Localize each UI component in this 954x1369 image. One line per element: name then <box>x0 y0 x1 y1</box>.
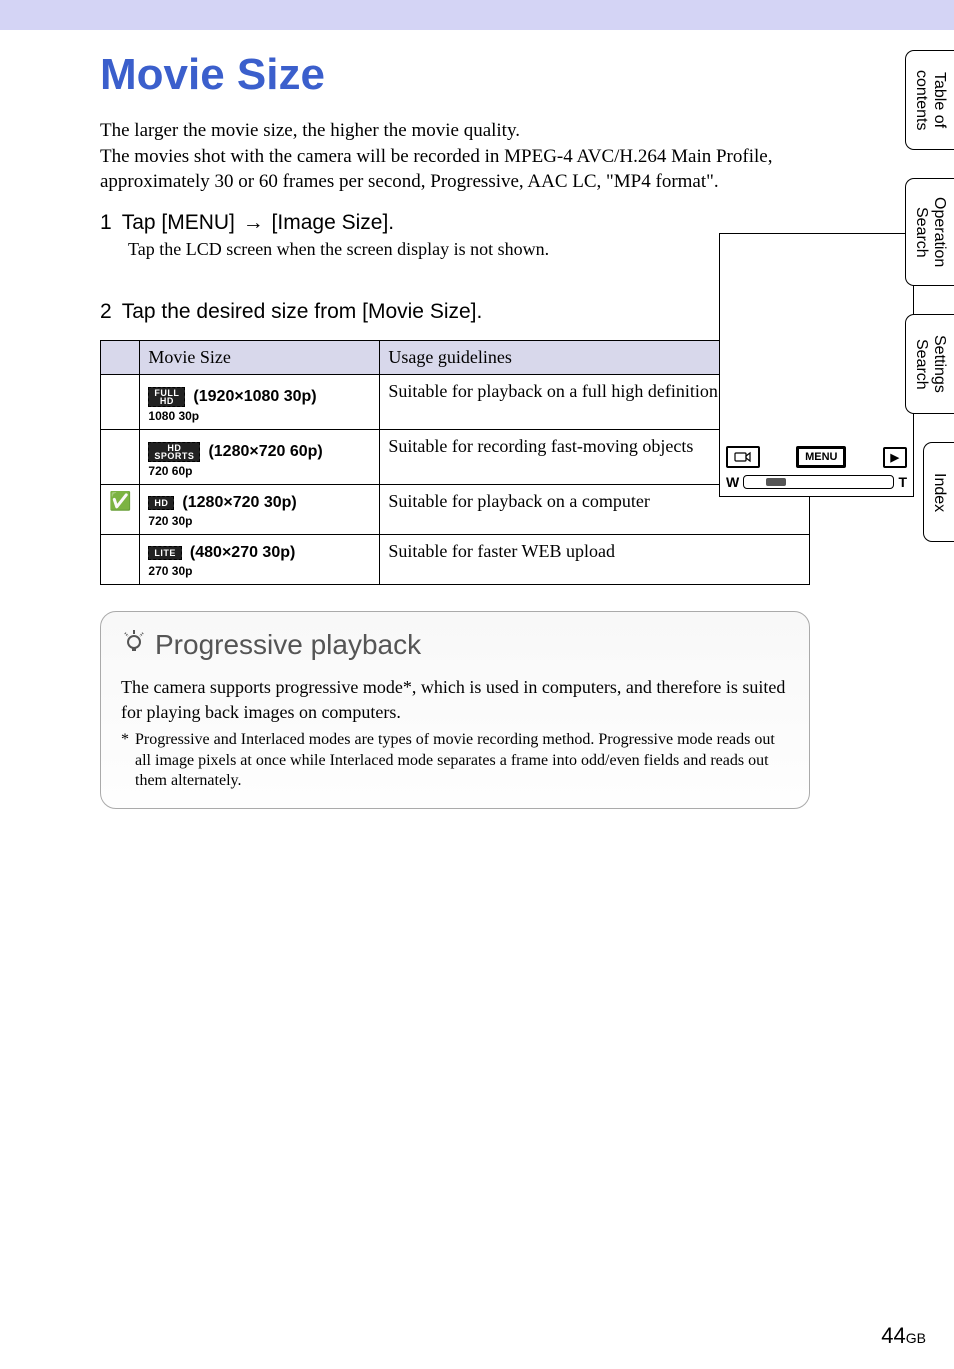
footnote-text: Progressive and Interlaced modes are typ… <box>135 730 789 792</box>
page-title: Movie Size <box>100 50 914 100</box>
size-cell: FULLHD (1920×1080 30p) 1080 30p <box>140 374 380 429</box>
quality-badge-icon: FULLHD <box>148 387 185 407</box>
header-movie-size: Movie Size <box>140 340 380 374</box>
size-sub: 270 30p <box>148 564 371 578</box>
tip-body: The camera supports progressive mode*, w… <box>121 675 789 724</box>
menu-button[interactable]: MENU <box>796 446 846 468</box>
size-sub: 1080 30p <box>148 409 371 423</box>
table-row: FULLHD (1920×1080 30p) 1080 30p Suitable… <box>101 374 810 429</box>
intro-line-1: The larger the movie size, the higher th… <box>100 118 834 144</box>
camera-mode-icon <box>734 450 752 464</box>
size-value: (1280×720 60p) <box>208 443 322 461</box>
intro-block: The larger the movie size, the higher th… <box>100 118 914 195</box>
tip-footnote: * Progressive and Interlaced modes are t… <box>121 730 789 792</box>
step-1-number: 1 <box>100 211 112 235</box>
zoom-slider[interactable] <box>743 475 894 489</box>
camera-lcd: MENU ▶ W T <box>719 233 914 497</box>
check-cell <box>101 374 140 429</box>
tab-operation-search[interactable]: Operation Search <box>905 178 954 286</box>
quality-badge-icon: HDSPORTS <box>148 442 200 462</box>
arrow-icon: → <box>241 211 266 234</box>
size-cell: LITE (480×270 30p) 270 30p <box>140 535 380 585</box>
size-sub: 720 60p <box>148 464 371 478</box>
step-1-heading: Tap [MENU] → [Image Size]. <box>122 211 394 235</box>
side-tabs: Table of contents Operation Search Setti… <box>905 50 954 542</box>
tip-title-text: Progressive playback <box>155 629 421 661</box>
page-content: Movie Size The larger the movie size, th… <box>0 30 954 829</box>
quality-badge-icon: HD <box>148 496 174 510</box>
step-1: 1 Tap [MENU] → [Image Size]. <box>100 211 914 235</box>
zoom-w-label: W <box>726 474 739 490</box>
zoom-bar: W T <box>726 474 907 490</box>
usage-cell: Suitable for faster WEB upload <box>380 535 810 585</box>
page-number: 44GB <box>881 1323 926 1349</box>
check-cell <box>101 535 140 585</box>
page-num-value: 44 <box>881 1323 905 1348</box>
top-bar <box>0 0 954 30</box>
step-1-suffix: [Image Size]. <box>266 211 394 234</box>
footnote-marker: * <box>121 730 129 792</box>
movie-size-table: Movie Size Usage guidelines FULLHD (1920… <box>100 340 810 585</box>
tab-index[interactable]: Index <box>923 442 954 542</box>
lcd-controls: MENU ▶ W T <box>726 446 907 490</box>
lcd-icon-row: MENU ▶ <box>726 446 907 468</box>
header-check <box>101 340 140 374</box>
mode-switch-icon[interactable] <box>726 446 760 468</box>
size-value: (1280×720 30p) <box>182 494 296 512</box>
intro-line-2: The movies shot with the camera will be … <box>100 144 834 195</box>
check-cell <box>101 430 140 485</box>
tab-settings-search[interactable]: Settings Search <box>905 314 954 414</box>
size-value: (480×270 30p) <box>190 544 295 562</box>
size-value: (1920×1080 30p) <box>193 388 316 406</box>
tip-title: Progressive playback <box>121 628 789 661</box>
table-row: LITE (480×270 30p) 270 30p Suitable for … <box>101 535 810 585</box>
page-num-suffix: GB <box>906 1330 926 1346</box>
tip-box: Progressive playback The camera supports… <box>100 611 810 809</box>
quality-badge-icon: LITE <box>148 546 182 560</box>
size-sub: 720 30p <box>148 514 371 528</box>
table-header-row: Movie Size Usage guidelines <box>101 340 810 374</box>
check-icon: ✅ <box>109 491 131 511</box>
zoom-indicator <box>766 478 786 486</box>
check-cell: ✅ <box>101 485 140 535</box>
bulb-icon <box>121 628 147 661</box>
step-2-text: Tap the desired size from [Movie Size]. <box>122 300 483 324</box>
table-row: HDSPORTS (1280×720 60p) 720 60p Suitable… <box>101 430 810 485</box>
step-1-prefix: Tap [MENU] <box>122 211 241 234</box>
size-cell: HD (1280×720 30p) 720 30p <box>140 485 380 535</box>
playback-button[interactable]: ▶ <box>883 447 907 468</box>
size-cell: HDSPORTS (1280×720 60p) 720 60p <box>140 430 380 485</box>
tab-toc[interactable]: Table of contents <box>905 50 954 150</box>
step-2-number: 2 <box>100 300 112 324</box>
table-row: ✅ HD (1280×720 30p) 720 30p Suitable for… <box>101 485 810 535</box>
